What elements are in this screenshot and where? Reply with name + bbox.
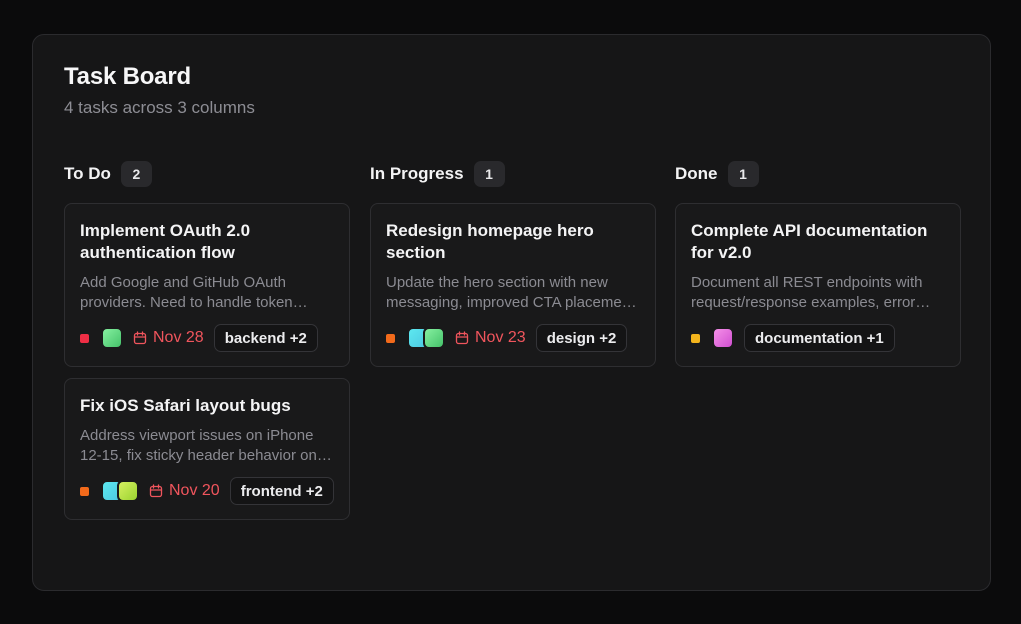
task-card[interactable]: Fix iOS Safari layout bugs Address viewp…: [64, 378, 350, 520]
assignee-avatars: [712, 327, 734, 349]
priority-indicator: [80, 333, 89, 343]
column-count-badge: 1: [473, 161, 505, 187]
due-date: Nov 20: [149, 482, 220, 500]
card-description: Address viewport issues on iPhone 12-15,…: [80, 427, 317, 464]
card-title: Redesign homepage hero section: [386, 221, 594, 262]
task-card[interactable]: Implement OAuth 2.0 authentication flow …: [64, 203, 350, 367]
assignee-avatars: [101, 327, 123, 349]
card-description: Document all REST endpoints with request…: [691, 274, 923, 311]
column-count-badge: 1: [727, 161, 759, 187]
due-date-label: Nov 20: [169, 482, 220, 499]
due-date: Nov 28: [133, 329, 204, 347]
tag-chip[interactable]: documentation +1: [744, 324, 895, 352]
tag-chip[interactable]: design +2: [535, 324, 628, 352]
card-meta: Nov 28 backend +2: [80, 324, 334, 352]
avatar[interactable]: [101, 327, 123, 349]
priority-indicator: [386, 333, 395, 343]
due-date: Nov 23: [455, 329, 526, 347]
avatar[interactable]: [117, 480, 139, 502]
column-title: Done: [675, 164, 718, 183]
card-meta: Nov 20 frontend +2: [80, 477, 334, 505]
column-done: Done 1 Complete API documentation for v2…: [675, 161, 961, 378]
avatar[interactable]: [423, 327, 445, 349]
column-in-progress: In Progress 1 Redesign homepage hero sec…: [370, 161, 656, 378]
column-header: To Do 2: [64, 161, 350, 187]
task-card[interactable]: Redesign homepage hero section Update th…: [370, 203, 656, 367]
card-meta: Nov 23 design +2: [386, 324, 640, 352]
column-count-badge: 2: [120, 161, 152, 187]
card-title: Implement OAuth 2.0 authentication flow: [80, 221, 251, 262]
task-board-panel: Task Board 4 tasks across 3 columns To D…: [32, 34, 991, 591]
avatar[interactable]: [712, 327, 734, 349]
calendar-icon: [455, 331, 469, 345]
tag-chip[interactable]: frontend +2: [229, 477, 334, 505]
card-title: Complete API documentation for v2.0: [691, 221, 928, 262]
card-description: Add Google and GitHub OAuth providers. N…: [80, 274, 293, 311]
assignee-avatars: [407, 327, 445, 349]
assignee-avatars: [101, 480, 139, 502]
column-header: In Progress 1: [370, 161, 656, 187]
tag-chip[interactable]: backend +2: [213, 324, 318, 352]
column-title: In Progress: [370, 164, 464, 183]
page-title: Task Board: [64, 63, 191, 90]
column-title: To Do: [64, 164, 111, 183]
priority-indicator: [80, 486, 89, 496]
calendar-icon: [149, 484, 163, 498]
page-subtitle: 4 tasks across 3 columns: [64, 98, 255, 117]
calendar-icon: [133, 331, 147, 345]
column-to-do: To Do 2 Implement OAuth 2.0 authenticati…: [64, 161, 350, 531]
task-card[interactable]: Complete API documentation for v2.0 Docu…: [675, 203, 961, 367]
card-meta: documentation +1: [691, 324, 945, 352]
due-date-label: Nov 28: [153, 329, 204, 346]
card-description: Update the hero section with new messagi…: [386, 274, 635, 311]
column-header: Done 1: [675, 161, 961, 187]
due-date-label: Nov 23: [475, 329, 526, 346]
priority-indicator: [691, 333, 700, 343]
card-title: Fix iOS Safari layout bugs: [80, 396, 291, 415]
